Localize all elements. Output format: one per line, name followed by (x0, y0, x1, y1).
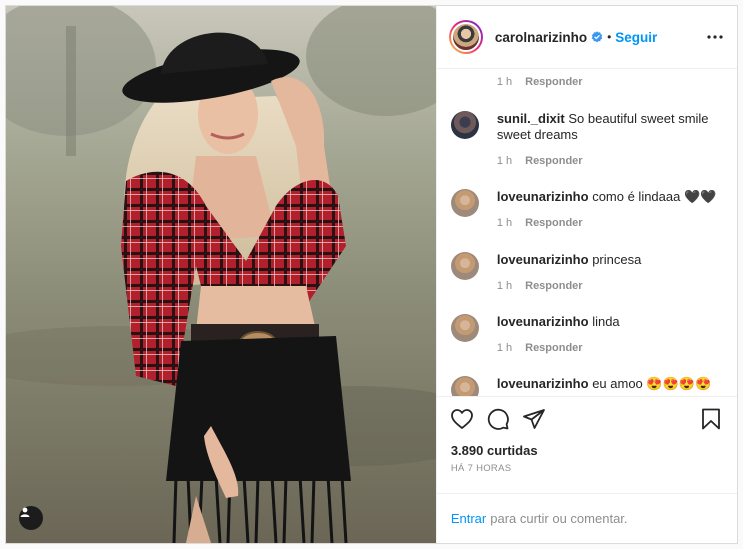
commenter-avatar[interactable] (450, 189, 479, 217)
comment-meta: 1 h Responder (497, 76, 583, 88)
comment-item: loveunarizinho eu amoo 😍😍😍😍 (450, 376, 723, 396)
comment-item: loveunarizinho linda 1 h Responder (450, 314, 723, 356)
commenter-avatar[interactable] (450, 314, 479, 342)
comment-text: linda (592, 314, 620, 329)
post-timestamp[interactable]: HÁ 7 HORAS (437, 463, 737, 493)
comment-prompt-text: para curtir ou comentar. (490, 511, 628, 526)
comment-item: sunil._dixit So beautiful sweet smile sw… (450, 111, 723, 169)
comment-meta: 1 h Responder (497, 278, 642, 294)
post-photo[interactable] (6, 6, 436, 543)
commenter-avatar[interactable] (450, 111, 479, 139)
heart-icon[interactable] (450, 407, 474, 431)
post-header: carolnarizinho • Seguir (436, 6, 737, 69)
reply-button[interactable]: Responder (525, 215, 582, 231)
commenter-avatar[interactable] (450, 376, 479, 396)
reply-button[interactable]: Responder (525, 153, 582, 169)
comment-icon[interactable] (486, 407, 510, 431)
bookmark-icon[interactable] (699, 407, 723, 431)
verified-badge-icon (591, 31, 603, 43)
comment-item: loveunarizinho como é lindaaa 🖤🖤 1 h Res… (450, 189, 723, 231)
commenter-avatar[interactable] (450, 252, 479, 280)
comment-meta: 1 h Responder (497, 215, 717, 231)
like-count[interactable]: 3.890 curtidas (437, 441, 737, 461)
action-bar (436, 396, 737, 441)
share-icon[interactable] (522, 407, 546, 431)
comment-meta: 1 h Responder (497, 153, 723, 169)
reply-button[interactable]: Responder (525, 76, 582, 88)
comment-username[interactable]: loveunarizinho (497, 376, 589, 391)
post-container: carolnarizinho • Seguir 1 h Responder su… (5, 5, 738, 544)
comment-text: princesa (592, 252, 642, 267)
reply-button[interactable]: Responder (525, 340, 582, 356)
comment-login-prompt: Entrar para curtir ou comentar. (436, 493, 737, 543)
login-link[interactable]: Entrar (451, 511, 486, 526)
comment-username[interactable]: loveunarizinho (497, 189, 589, 204)
comment-username[interactable]: sunil._dixit (497, 111, 565, 126)
post-sidebar: carolnarizinho • Seguir 1 h Responder su… (435, 6, 737, 543)
reply-button[interactable]: Responder (525, 278, 582, 294)
comment-time: 1 h (496, 280, 513, 292)
comment-time: 1 h (496, 217, 513, 229)
comment-time: 1 h (496, 342, 513, 354)
comment-time: 1 h (496, 155, 513, 167)
profile-avatar[interactable] (448, 20, 483, 54)
comment-text: como é lindaaa 🖤🖤 (592, 189, 717, 204)
follow-button[interactable]: Seguir (615, 30, 657, 45)
comment-username[interactable]: loveunarizinho (497, 252, 589, 267)
comment-username[interactable]: loveunarizinho (497, 314, 589, 329)
more-options-icon[interactable] (707, 35, 723, 39)
header-separator: • (607, 30, 612, 44)
comment-item: loveunarizinho princesa 1 h Responder (450, 252, 723, 294)
profile-username[interactable]: carolnarizinho (495, 30, 587, 45)
comment-meta: 1 h Responder (497, 340, 620, 356)
comment-text: eu amoo 😍😍😍😍 (592, 376, 712, 391)
comments-list[interactable]: 1 h Responder sunil._dixit So beautiful … (437, 69, 737, 396)
photo-illustration (6, 6, 436, 543)
comment-time: 1 h (496, 76, 513, 88)
user-tag-icon[interactable] (19, 506, 43, 530)
